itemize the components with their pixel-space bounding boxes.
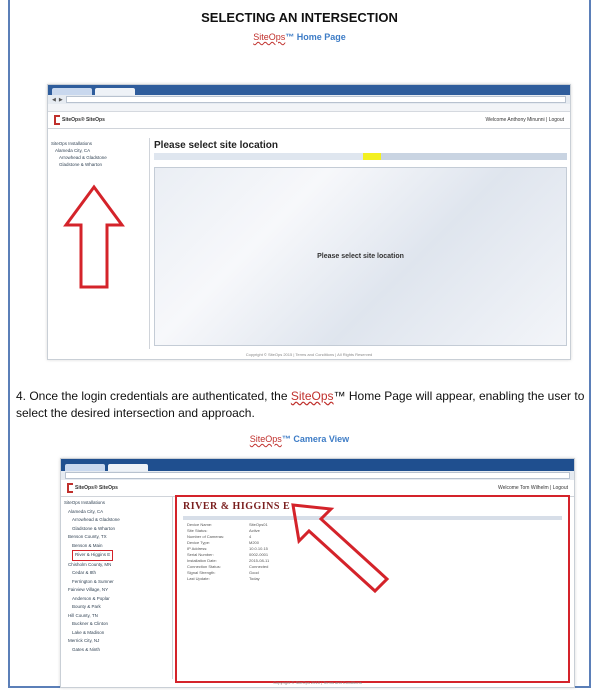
forward-icon[interactable]: ▶: [59, 97, 63, 103]
logo-text: SiteOps® SiteOps: [62, 117, 105, 123]
tree-item[interactable]: SiteOps Installations: [51, 140, 146, 147]
detail-value: Today: [249, 576, 260, 581]
browser-tab[interactable]: [52, 88, 92, 95]
detail-label: Last Update:: [187, 576, 210, 581]
tree-item[interactable]: Gladstone & Wharton: [51, 161, 146, 168]
logo-text: SiteOps® SiteOps: [75, 485, 118, 491]
diagonal-arrow-icon: [291, 503, 390, 594]
caption-camera-text: ™ Camera View: [281, 434, 350, 444]
tree-item[interactable]: Benson County, TX: [64, 533, 169, 542]
browser-tab-bar: [48, 85, 570, 95]
site-map-area[interactable]: Please select site location: [154, 167, 567, 346]
progress-marker: [363, 153, 382, 160]
back-icon[interactable]: ◀: [52, 97, 56, 103]
up-arrow-icon: [63, 184, 125, 289]
brand-name: SiteOps: [253, 32, 286, 42]
step-4-instructions: 4. Once the login credentials are authen…: [16, 388, 586, 422]
tree-item[interactable]: Arrowhead & Gladstone: [51, 154, 146, 161]
tree-item-selected[interactable]: River & Higgins E: [64, 550, 169, 561]
main-title: Please select site location: [154, 140, 278, 151]
siteops-logo: SiteOps® SiteOps: [54, 115, 105, 125]
step-text-before: 4. Once the login credentials are authen…: [16, 389, 291, 403]
welcome-text[interactable]: Welcome Anthony Minunni | Logout: [486, 117, 564, 123]
selected-site-label[interactable]: River & Higgins E: [72, 550, 114, 561]
document-title: SELECTING AN INTERSECTION: [201, 10, 398, 25]
tree-item[interactable]: SiteOps Installations: [64, 499, 169, 508]
logo-mark-icon: [67, 483, 73, 493]
caption-home-page: SiteOps™ Home Page: [0, 32, 599, 42]
bookmarks-bar: [48, 104, 570, 112]
tree-item[interactable]: Merrick City, NJ: [64, 637, 169, 646]
browser-address-bar: [61, 471, 574, 480]
tree-item[interactable]: Gladstone & Wharton: [64, 525, 169, 534]
url-input[interactable]: [65, 96, 566, 103]
browser-tab[interactable]: [65, 464, 105, 471]
browser-address-bar: ◀ ▶: [48, 95, 570, 104]
app-footer: Copyright © SiteOps 2015 | Terms and Con…: [273, 680, 362, 685]
site-tree-sidebar: SiteOps Installations Alameda City, CA A…: [61, 497, 173, 679]
tree-item[interactable]: Buckner & Clinton: [64, 620, 169, 629]
tree-item[interactable]: Ferrington & Sumner: [64, 578, 169, 587]
tree-item[interactable]: Chisholm County, MN: [64, 561, 169, 570]
tree-item[interactable]: Bounty & Park: [64, 603, 169, 612]
center-message: Please select site location: [317, 253, 404, 260]
brand-name: SiteOps: [290, 389, 334, 403]
welcome-text[interactable]: Welcome Tom Wilhelm | Logout: [498, 485, 568, 491]
tree-item[interactable]: Alameda City, CA: [64, 508, 169, 517]
brand-name: SiteOps: [249, 434, 282, 444]
tree-item[interactable]: Fairview Village, NY: [64, 586, 169, 595]
tree-item[interactable]: Arrowhead & Gladstone: [64, 516, 169, 525]
app-footer: Copyright © SiteOps 2015 | Terms and Con…: [245, 352, 373, 357]
tree-item[interactable]: Anderson & Poplar: [64, 595, 169, 604]
caption-home-text: ™ Home Page: [285, 32, 346, 42]
tree-item[interactable]: Benson & Main: [64, 542, 169, 551]
app-header: SiteOps® SiteOps Welcome Anthony Minunni…: [48, 112, 570, 129]
siteops-logo: SiteOps® SiteOps: [67, 483, 118, 493]
browser-tab-active[interactable]: [108, 464, 148, 471]
home-page-screenshot: ◀ ▶ SiteOps® SiteOps Welcome Anthony Min…: [47, 84, 571, 360]
main-panel: Please select site location Please selec…: [151, 138, 570, 349]
browser-tab-active[interactable]: [95, 88, 135, 95]
caption-camera-view: SiteOps™ Camera View: [0, 434, 599, 444]
logo-mark-icon: [54, 115, 60, 125]
tree-item[interactable]: Hill County, TN: [64, 612, 169, 621]
url-input[interactable]: [65, 472, 570, 479]
progress-fill: [154, 153, 382, 160]
tree-item[interactable]: Alameda City, CA: [51, 147, 146, 154]
camera-view-screenshot: SiteOps® SiteOps Welcome Tom Wilhelm | L…: [60, 458, 575, 688]
tree-item[interactable]: Gates & Ninth: [64, 646, 169, 655]
tree-item[interactable]: Lake & Madison: [64, 629, 169, 638]
location-progress-bar: [154, 153, 567, 160]
browser-tab-bar: [61, 459, 574, 471]
tree-item[interactable]: Cedar & 8th: [64, 569, 169, 578]
